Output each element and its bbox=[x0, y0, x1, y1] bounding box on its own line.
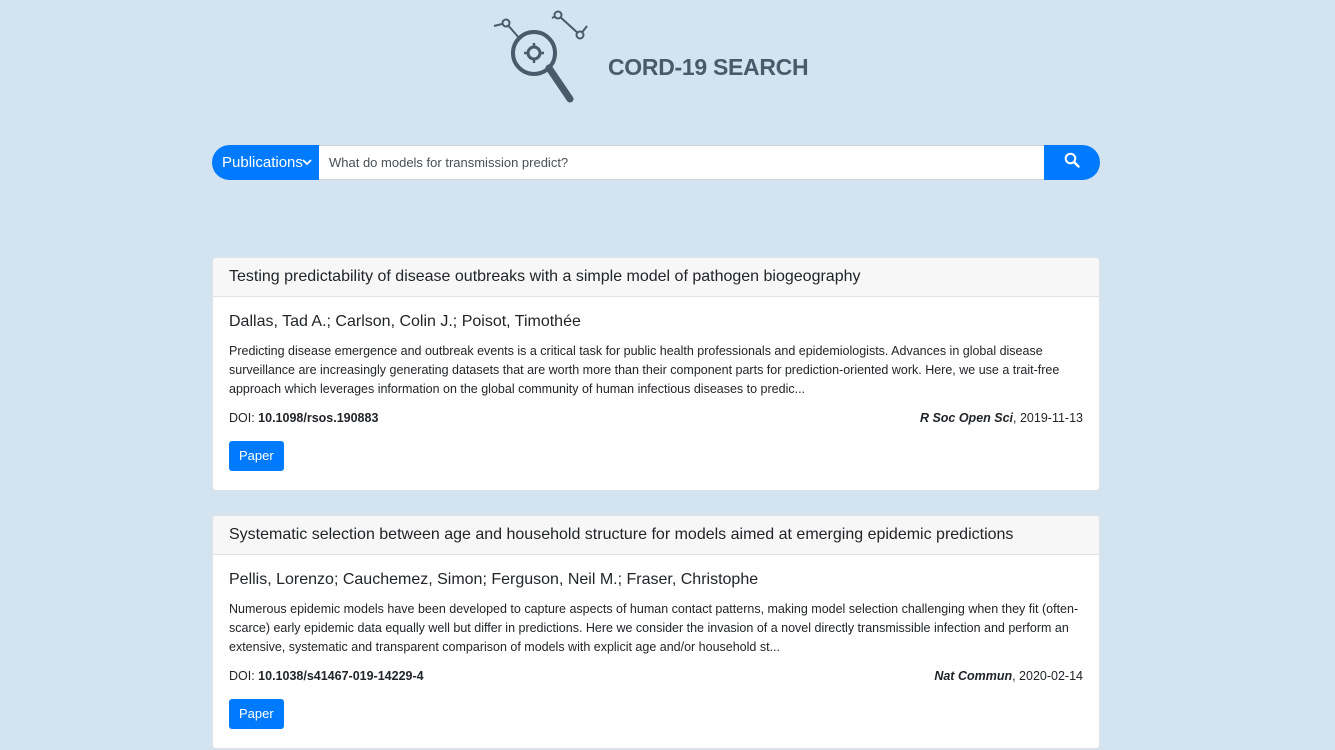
app-title: CORD-19 SEARCH bbox=[608, 54, 809, 80]
result-card: Systematic selection between age and hou… bbox=[212, 515, 1100, 749]
category-select-label: Publications bbox=[222, 154, 303, 171]
category-select[interactable]: Publications bbox=[212, 145, 319, 180]
result-title[interactable]: Systematic selection between age and hou… bbox=[213, 516, 1099, 555]
search-bar: Publications bbox=[212, 145, 1100, 180]
result-abstract: Predicting disease emergence and outbrea… bbox=[229, 344, 1060, 396]
doi-label: DOI: bbox=[229, 669, 259, 683]
doi-value: 10.1098/rsos.190883 bbox=[258, 411, 379, 425]
result-title[interactable]: Testing predictability of disease outbre… bbox=[213, 258, 1099, 297]
result-body: Dallas, Tad A.; Carlson, Colin J.; Poiso… bbox=[213, 297, 1099, 471]
paper-button[interactable]: Paper bbox=[229, 699, 284, 729]
result-journal: R Soc Open Sci, 2019-11-13 bbox=[920, 411, 1083, 425]
result-meta: DOI: 10.1098/rsos.190883 R Soc Open Sci,… bbox=[229, 411, 1083, 431]
search-button[interactable] bbox=[1044, 145, 1100, 180]
result-doi: DOI: 10.1098/rsos.190883 bbox=[229, 411, 378, 425]
publish-date: , 2020-02-14 bbox=[1012, 669, 1083, 683]
doi-label: DOI: bbox=[229, 411, 259, 425]
logo-magnifier-icon bbox=[493, 10, 588, 103]
journal-name: Nat Commun bbox=[934, 669, 1013, 683]
paper-button[interactable]: Paper bbox=[229, 441, 284, 471]
doi-value: 10.1038/s41467-019-14229-4 bbox=[258, 669, 424, 683]
search-input[interactable] bbox=[319, 145, 1044, 180]
result-abstract: Numerous epidemic models have been devel… bbox=[229, 602, 1079, 654]
result-card: Testing predictability of disease outbre… bbox=[212, 257, 1100, 491]
journal-name: R Soc Open Sci bbox=[919, 411, 1014, 425]
chevron-down-icon bbox=[302, 159, 312, 166]
site-header: CORD-19 SEARCH bbox=[490, 10, 820, 110]
result-body: Pellis, Lorenzo; Cauchemez, Simon; Fergu… bbox=[213, 555, 1099, 729]
result-doi: DOI: 10.1038/s41467-019-14229-4 bbox=[229, 669, 424, 683]
result-journal: Nat Commun, 2020-02-14 bbox=[934, 669, 1083, 683]
search-icon bbox=[1064, 152, 1080, 168]
result-meta: DOI: 10.1038/s41467-019-14229-4 Nat Comm… bbox=[229, 669, 1083, 689]
result-authors: Dallas, Tad A.; Carlson, Colin J.; Poiso… bbox=[229, 313, 581, 330]
publish-date: , 2019-11-13 bbox=[1013, 411, 1083, 425]
result-authors: Pellis, Lorenzo; Cauchemez, Simon; Fergu… bbox=[229, 571, 759, 588]
